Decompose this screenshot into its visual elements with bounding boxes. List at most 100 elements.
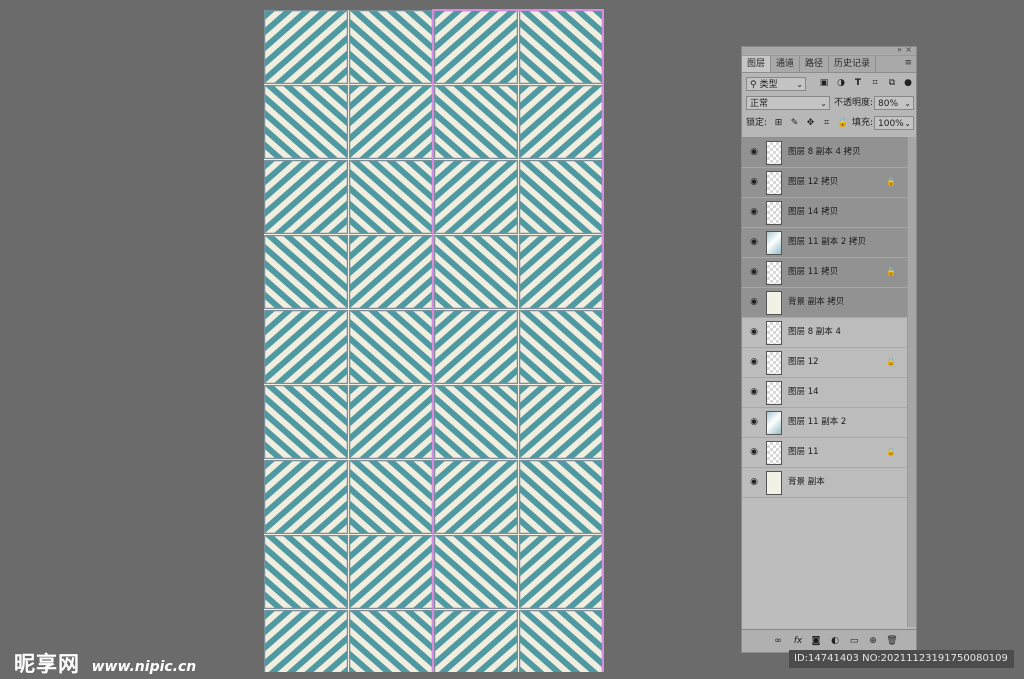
pattern-tile <box>434 535 518 609</box>
panel-menu-icon[interactable]: ≡ <box>904 58 912 68</box>
layer-row[interactable]: ◉ 图层 11 拷贝 🔒 <box>742 258 908 288</box>
layer-name[interactable]: 图层 14 <box>788 387 819 398</box>
layer-thumbnail <box>766 381 782 405</box>
lock-paint-icon[interactable]: ✎ <box>789 118 800 129</box>
pattern-tile <box>434 10 518 84</box>
layer-row[interactable]: ◉ 图层 11 副本 2 <box>742 408 908 438</box>
visibility-eye-icon[interactable]: ◉ <box>748 237 760 247</box>
opacity-input[interactable]: 80% ⌄ <box>874 96 914 110</box>
chevron-down-icon: ⌄ <box>904 119 911 128</box>
pattern-tile <box>434 460 518 534</box>
layer-name[interactable]: 背景 副本 拷贝 <box>788 297 844 308</box>
adjustment-filter-icon[interactable]: ◑ <box>835 77 847 89</box>
visibility-eye-icon[interactable]: ◉ <box>748 417 760 427</box>
image-filter-icon[interactable]: ▣ <box>818 77 830 89</box>
add-mask-icon[interactable]: ◙ <box>810 635 822 647</box>
pattern-tile <box>519 535 603 609</box>
visibility-eye-icon[interactable]: ◉ <box>748 207 760 217</box>
layer-thumbnail <box>766 171 782 195</box>
layer-name[interactable]: 图层 8 副本 4 <box>788 327 841 338</box>
lock-artboard-icon[interactable]: ⌗ <box>821 118 832 129</box>
lock-row: 锁定: ⊞ ✎ ✥ ⌗ 🔒 填充: 100% ⌄ <box>742 113 916 133</box>
lock-transparent-icon[interactable]: ⊞ <box>773 118 784 129</box>
new-group-icon[interactable]: ▭ <box>848 635 860 647</box>
pattern-tile <box>434 160 518 234</box>
layer-name[interactable]: 图层 14 拷贝 <box>788 207 838 218</box>
layer-name[interactable]: 背景 副本 <box>788 477 825 488</box>
pattern-tile <box>349 610 433 672</box>
layer-row[interactable]: ◉ 背景 副本 拷贝 <box>742 288 908 318</box>
tab-layers[interactable]: 图层 <box>742 56 772 72</box>
layer-name[interactable]: 图层 12 <box>788 357 819 368</box>
visibility-eye-icon[interactable]: ◉ <box>748 327 760 337</box>
pattern-tile <box>349 460 433 534</box>
visibility-eye-icon[interactable]: ◉ <box>748 357 760 367</box>
pattern-tile <box>434 385 518 459</box>
pattern-tile <box>264 85 348 159</box>
new-adjustment-icon[interactable]: ◐ <box>829 635 841 647</box>
pattern-tile <box>264 385 348 459</box>
tab-paths[interactable]: 路径 <box>800 56 830 72</box>
fill-input[interactable]: 100% ⌄ <box>874 116 914 130</box>
pattern-tile <box>434 235 518 309</box>
layer-list-scrollbar[interactable] <box>907 137 916 627</box>
layer-row[interactable]: ◉ 图层 14 拷贝 <box>742 198 908 228</box>
layer-thumbnail <box>766 411 782 435</box>
lock-position-icon[interactable]: ✥ <box>805 118 816 129</box>
filter-row: ⚲ 类型 ⌄ ▣ ◑ T ⌗ ⧉ ● <box>742 73 916 93</box>
layer-name[interactable]: 图层 11 <box>788 447 819 458</box>
layer-lock-icon: 🔒 <box>886 177 896 186</box>
blend-row: 正常 ⌄ 不透明度: 80% ⌄ <box>742 93 916 113</box>
visibility-eye-icon[interactable]: ◉ <box>748 147 760 157</box>
layer-name[interactable]: 图层 11 副本 2 <box>788 417 846 428</box>
delete-layer-icon[interactable]: 🗑 <box>886 635 898 647</box>
document-canvas[interactable] <box>264 10 604 672</box>
layer-row[interactable]: ◉ 图层 8 副本 4 <box>742 318 908 348</box>
layer-list: ◉ 图层 8 副本 4 拷贝 ◉ 图层 12 拷贝 🔒 ◉ 图层 14 拷贝 ◉ 图层 11 副… <box>742 137 908 628</box>
layer-row[interactable]: ◉ 背景 副本 <box>742 468 908 498</box>
layer-thumbnail <box>766 351 782 375</box>
visibility-eye-icon[interactable]: ◉ <box>748 447 760 457</box>
visibility-eye-icon[interactable]: ◉ <box>748 267 760 277</box>
pattern-tile <box>264 610 348 672</box>
tab-channels[interactable]: 通道 <box>771 56 801 72</box>
link-layers-icon[interactable]: ∞ <box>772 635 784 647</box>
tab-history[interactable]: 历史记录 <box>829 56 877 72</box>
layer-filter-select[interactable]: ⚲ 类型 ⌄ <box>746 77 806 91</box>
new-layer-icon[interactable]: ⊕ <box>867 635 879 647</box>
layer-row[interactable]: ◉ 图层 14 <box>742 378 908 408</box>
layer-name[interactable]: 图层 11 拷贝 <box>788 267 838 278</box>
layer-row[interactable]: ◉ 图层 11 副本 2 拷贝 <box>742 228 908 258</box>
panel-bottom-bar: ∞ fx ◙ ◐ ▭ ⊕ 🗑 <box>742 629 916 652</box>
pattern-tile <box>264 310 348 384</box>
visibility-eye-icon[interactable]: ◉ <box>748 297 760 307</box>
blend-mode-select[interactable]: 正常 ⌄ <box>746 96 830 110</box>
layer-lock-icon: 🔒 <box>886 357 896 366</box>
pattern-tile <box>264 535 348 609</box>
layer-name[interactable]: 图层 8 副本 4 拷贝 <box>788 147 861 158</box>
smart-object-filter-icon[interactable]: ⧉ <box>886 77 898 89</box>
pattern-tile <box>349 385 433 459</box>
fx-icon[interactable]: fx <box>792 635 804 647</box>
lock-label: 锁定: <box>746 118 768 128</box>
visibility-eye-icon[interactable]: ◉ <box>748 387 760 397</box>
panel-title-bar[interactable]: » × <box>742 45 916 56</box>
lock-all-icon[interactable]: 🔒 <box>837 118 848 129</box>
pattern-tile <box>264 160 348 234</box>
layer-row[interactable]: ◉ 图层 11 🔒 <box>742 438 908 468</box>
layer-row[interactable]: ◉ 图层 12 🔒 <box>742 348 908 378</box>
layer-row[interactable]: ◉ 图层 8 副本 4 拷贝 <box>742 138 908 168</box>
collapse-icon[interactable]: » <box>897 45 902 54</box>
pattern-tile <box>519 10 603 84</box>
type-filter-icon[interactable]: T <box>852 77 864 89</box>
filter-toggle-icon[interactable]: ● <box>902 77 914 89</box>
layer-name[interactable]: 图层 12 拷贝 <box>788 177 838 188</box>
pattern-tile <box>434 85 518 159</box>
layer-row[interactable]: ◉ 图层 12 拷贝 🔒 <box>742 168 908 198</box>
layer-name[interactable]: 图层 11 副本 2 拷贝 <box>788 237 866 248</box>
visibility-eye-icon[interactable]: ◉ <box>748 477 760 487</box>
shape-filter-icon[interactable]: ⌗ <box>869 77 881 89</box>
close-icon[interactable]: × <box>905 45 912 54</box>
visibility-eye-icon[interactable]: ◉ <box>748 177 760 187</box>
chevron-down-icon: ⌄ <box>820 99 827 108</box>
